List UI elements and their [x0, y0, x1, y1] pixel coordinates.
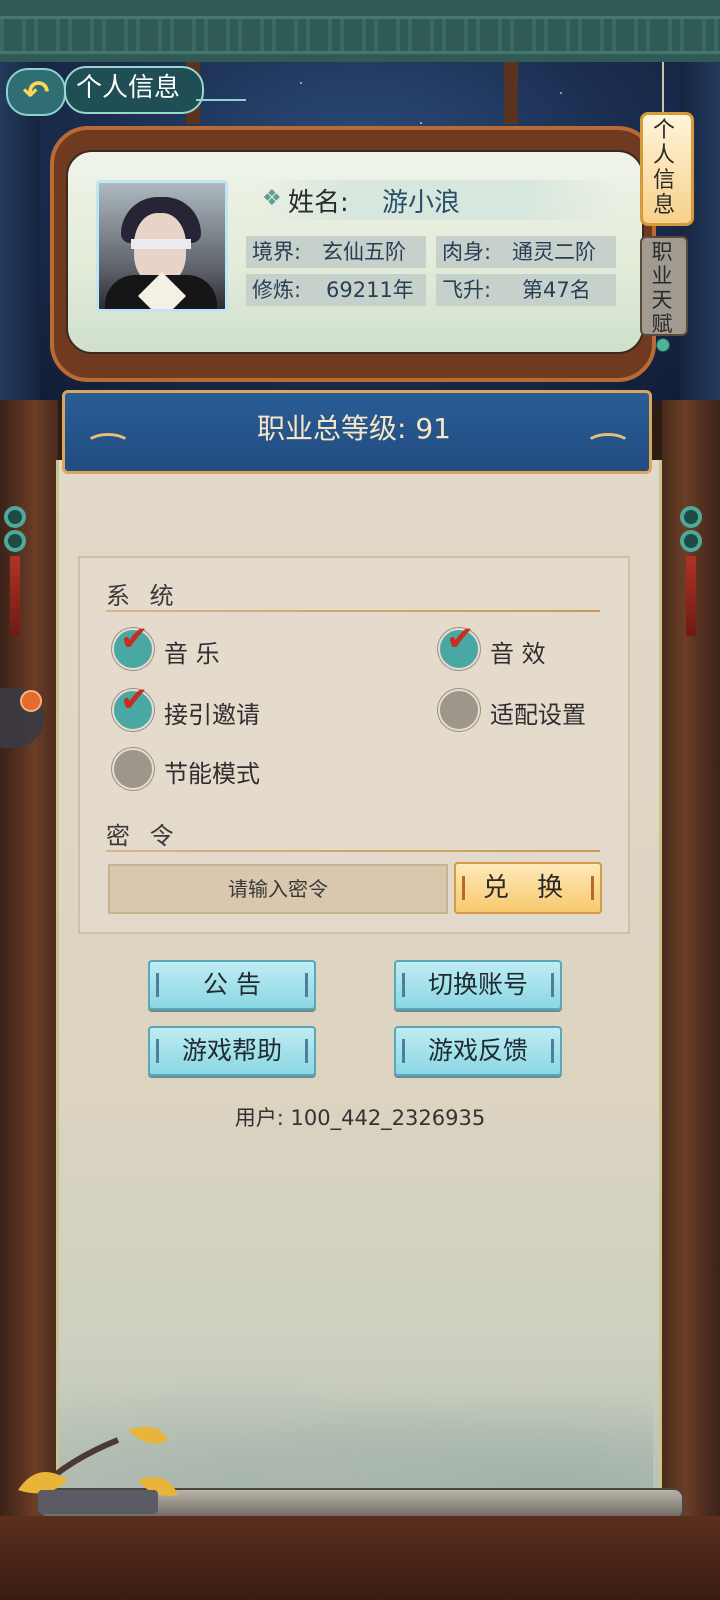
tab-personal-info-label: 个人信息 [652, 118, 675, 218]
stat-label: 修炼: [252, 278, 302, 302]
tab-career-talent-label: 职业天赋 [651, 240, 673, 336]
top-border-ornament [0, 0, 720, 66]
redeem-label: 兑 换 [482, 873, 574, 903]
stat-label: 肉身: [442, 240, 492, 264]
section-divider [106, 850, 600, 852]
avatar[interactable] [96, 180, 228, 312]
switch-account-button[interactable]: 切换账号 [394, 960, 562, 1010]
check-icon: ✔ [446, 619, 475, 659]
switch-account-label: 切换账号 [427, 970, 528, 999]
adapt-settings-checkbox[interactable] [438, 689, 480, 731]
adapt-settings-label: 适配设置 [490, 701, 586, 729]
ginkgo-plant-icon [18, 1426, 178, 1514]
wood-floor [0, 1516, 720, 1600]
page-title: 个人信息 [76, 73, 181, 103]
power-saving-label: 节能模式 [164, 760, 260, 788]
code-input[interactable]: 请输入密令 [108, 864, 448, 914]
notice-label: 公 告 [203, 970, 261, 999]
name-label: 姓名: [288, 188, 349, 218]
tab-bead-icon [656, 338, 670, 352]
user-id-text: 用户: 100_442_2326935 [234, 1106, 486, 1130]
sound-effect-label: 音 效 [490, 640, 546, 668]
check-icon: ✔ [120, 619, 149, 659]
music-checkbox[interactable]: ✔ [112, 622, 154, 670]
stat-cultivation: 修炼: 69211年 [246, 274, 426, 306]
stat-label: 境界: [252, 240, 302, 264]
notification-dot-icon [20, 690, 42, 712]
player-name: 游小浪 [382, 188, 461, 218]
tab-cord [662, 62, 664, 118]
check-icon: ✔ [120, 680, 149, 720]
stat-realm: 境界: 玄仙五阶 [246, 236, 426, 268]
music-label: 音 乐 [164, 640, 220, 668]
section-divider [106, 610, 600, 612]
invite-label: 接引邀请 [164, 701, 260, 729]
system-section-title: 系 统 [106, 582, 180, 610]
sound-effect-checkbox[interactable]: ✔ [438, 622, 480, 670]
stat-value: 第47名 [522, 278, 591, 302]
career-level-text: 职业总等级: 91 [257, 412, 451, 445]
invite-checkbox[interactable]: ✔ [112, 683, 154, 731]
stat-ascension: 飞升: 第47名 [436, 274, 616, 306]
title-decor-line [196, 99, 246, 101]
game-help-button[interactable]: 游戏帮助 [148, 1026, 316, 1076]
redeem-button[interactable]: 兑 换 [454, 862, 602, 914]
stat-label: 飞升: [442, 278, 492, 302]
game-feedback-button[interactable]: 游戏反馈 [394, 1026, 562, 1076]
game-feedback-label: 游戏反馈 [427, 1036, 528, 1065]
notice-button[interactable]: 公 告 [148, 960, 316, 1010]
stat-value: 69211年 [326, 278, 414, 302]
right-wood-pillar [662, 400, 720, 1600]
game-help-label: 游戏帮助 [181, 1036, 282, 1065]
diamond-bullet-icon: ❖ [262, 186, 282, 211]
back-arrow-icon: ↶ [22, 73, 50, 111]
back-button[interactable]: ↶ [6, 68, 66, 116]
stat-value: 玄仙五阶 [322, 240, 406, 264]
code-section-title: 密 令 [106, 822, 180, 850]
stat-value: 通灵二阶 [512, 240, 596, 264]
stat-body: 肉身: 通灵二阶 [436, 236, 616, 268]
power-saving-checkbox[interactable] [112, 748, 154, 790]
